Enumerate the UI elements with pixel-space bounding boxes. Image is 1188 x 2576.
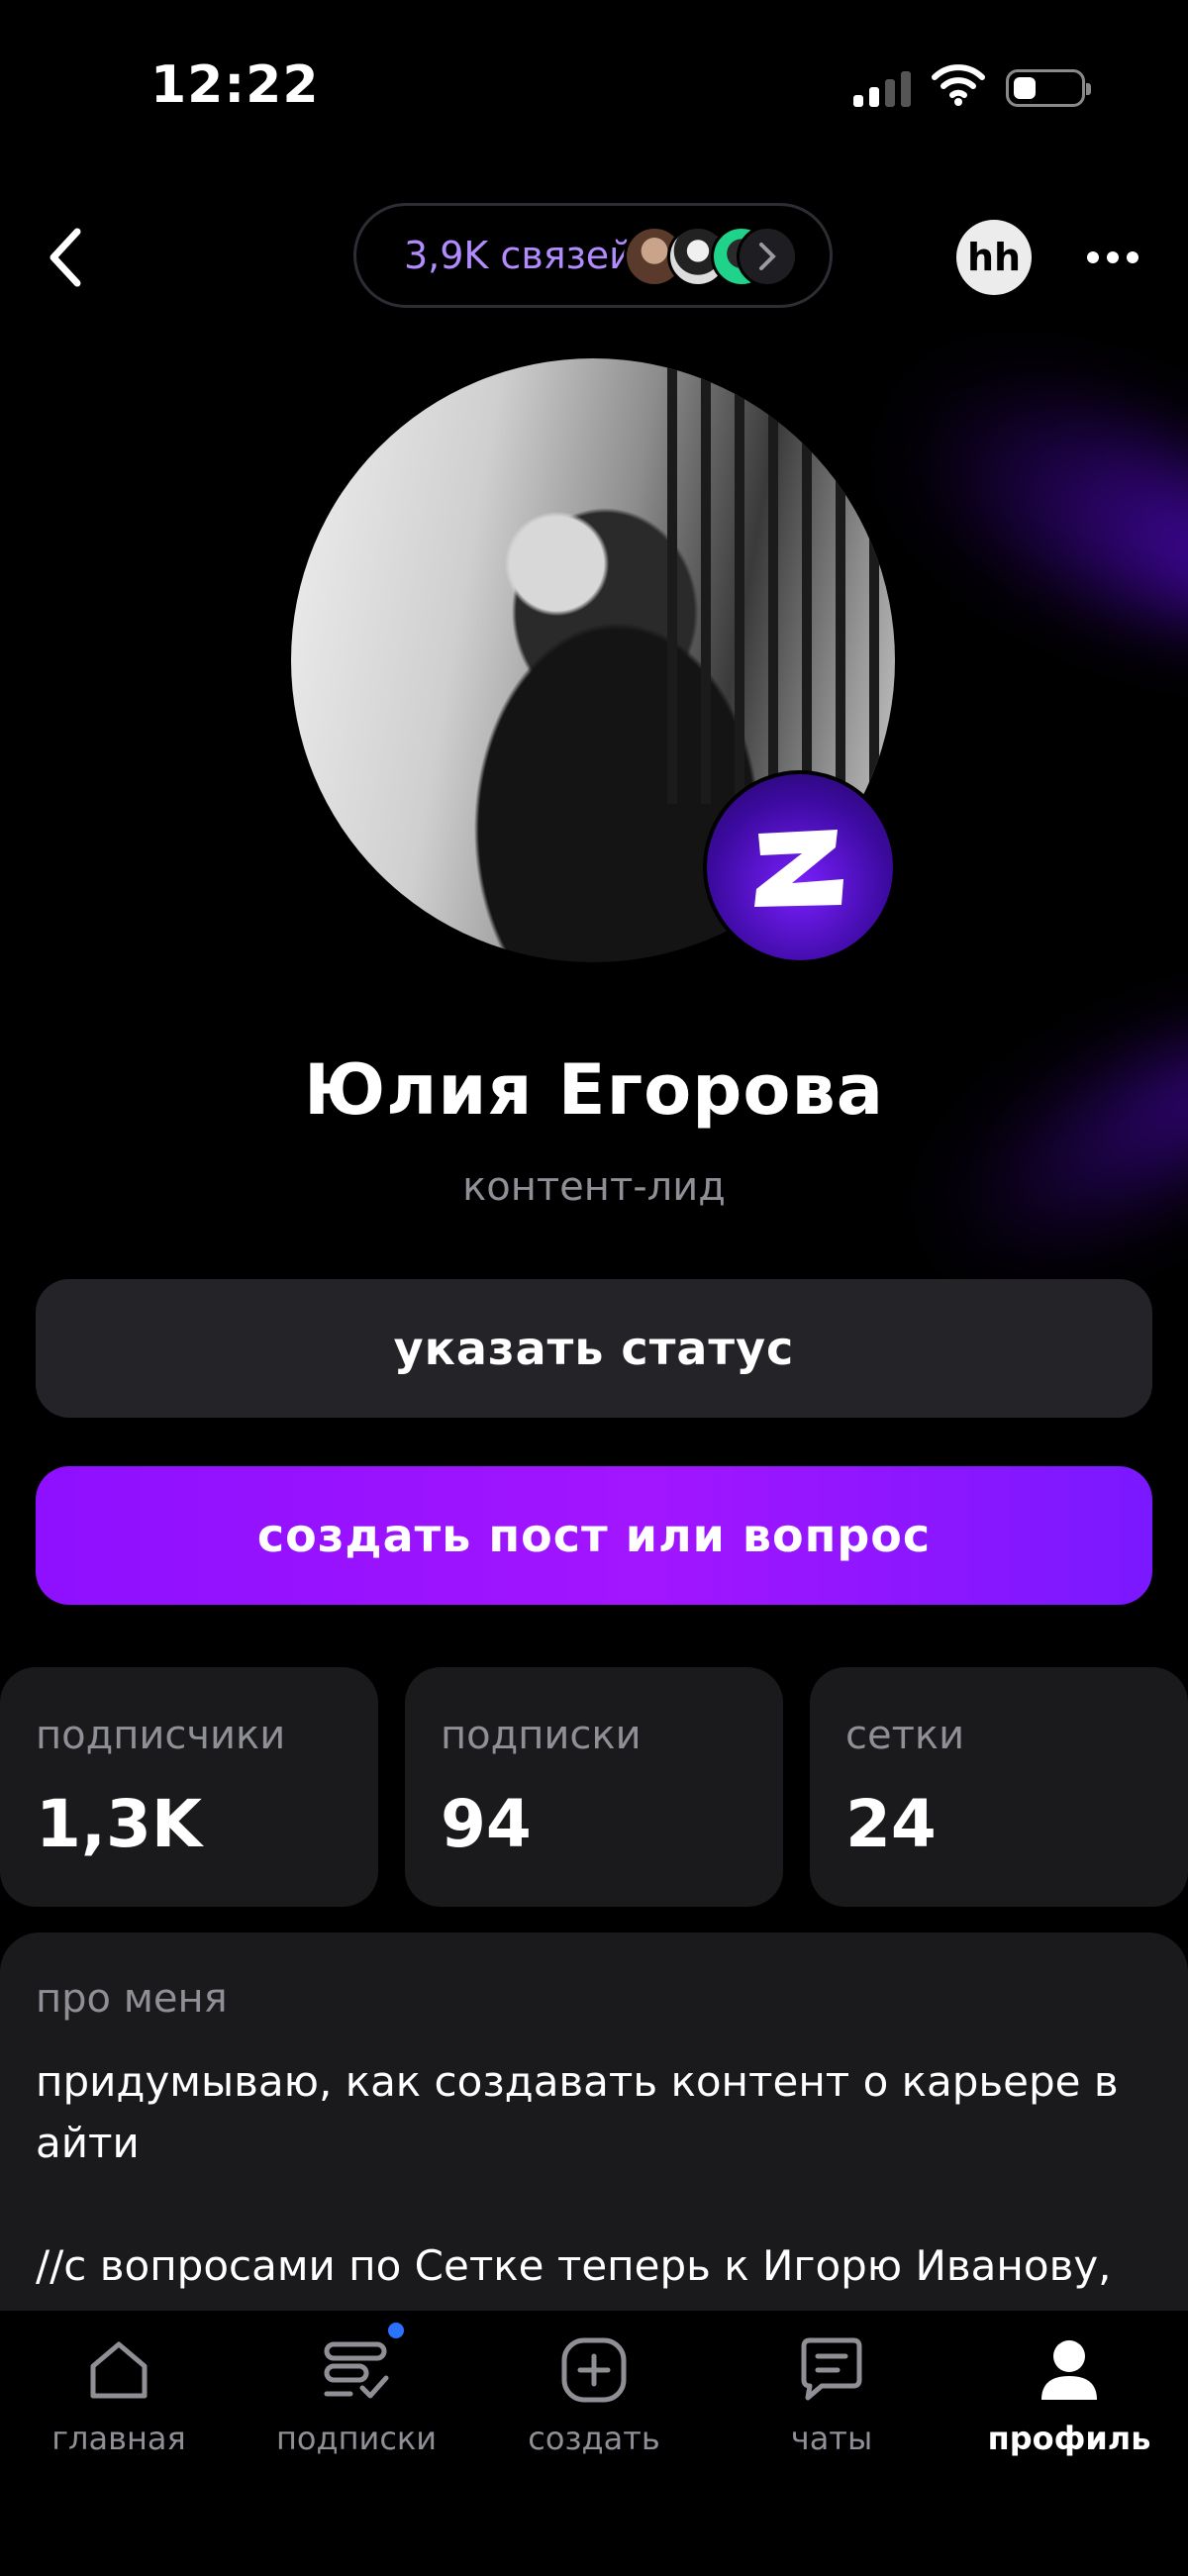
- stat-followers[interactable]: подписчики 1,3K: [0, 1667, 378, 1907]
- subscriptions-icon: [324, 2341, 389, 2399]
- stat-label: подписчики: [36, 1713, 286, 1758]
- stat-value: 1,3K: [36, 1786, 203, 1862]
- tab-label: подписки: [275, 2420, 438, 2457]
- create-post-button[interactable]: создать пост или вопрос: [36, 1466, 1152, 1605]
- stat-following[interactable]: подписки 94: [405, 1667, 783, 1907]
- set-status-button[interactable]: указать статус: [36, 1279, 1152, 1418]
- tab-subscriptions[interactable]: подписки: [238, 2334, 475, 2483]
- battery-icon: [1006, 69, 1091, 107]
- about-label: про меня: [36, 1976, 228, 2022]
- home-icon: [90, 2341, 148, 2399]
- chevron-right-icon: [759, 243, 776, 270]
- hh-button[interactable]: hh: [956, 220, 1032, 295]
- stat-label: подписки: [441, 1713, 642, 1758]
- tab-profile[interactable]: профиль: [950, 2334, 1188, 2483]
- tab-label: главная: [51, 2420, 186, 2457]
- setka-badge-icon: [703, 770, 897, 964]
- about-section: про меня придумываю, как создавать конте…: [0, 1932, 1188, 2351]
- tab-chats[interactable]: чаты: [713, 2334, 950, 2483]
- profile-name: Юлия Егорова: [303, 1049, 884, 1131]
- stat-networks[interactable]: сетки 24: [810, 1667, 1188, 1907]
- purple-glow-top: [876, 347, 1188, 662]
- tab-home[interactable]: главная: [0, 2334, 238, 2483]
- plus-square-icon: [561, 2337, 627, 2403]
- tab-label: профиль: [987, 2420, 1151, 2457]
- profile-icon: [1041, 2340, 1097, 2400]
- wifi-icon: [932, 64, 985, 106]
- connections-chevron-button[interactable]: [737, 226, 798, 287]
- stat-label: сетки: [845, 1713, 965, 1758]
- back-button[interactable]: [36, 218, 95, 297]
- tab-create[interactable]: создать: [475, 2334, 713, 2483]
- notification-dot: [388, 2323, 404, 2338]
- stat-value: 24: [845, 1786, 937, 1862]
- bottom-nav: главная подписки создать чаты профиль: [0, 2311, 1188, 2576]
- more-options-icon[interactable]: [1087, 244, 1146, 271]
- tab-label: чаты: [790, 2420, 873, 2457]
- stat-value: 94: [441, 1786, 532, 1862]
- connections-pill[interactable]: 3,9K связей: [353, 203, 833, 308]
- chat-icon: [801, 2337, 862, 2401]
- status-time: 12:22: [150, 55, 320, 115]
- tab-label: создать: [528, 2420, 660, 2457]
- status-bar: 12:22: [0, 0, 1188, 178]
- connections-label: 3,9K связей: [404, 234, 634, 277]
- cellular-signal-icon: [853, 67, 911, 107]
- profile-role: контент-лид: [462, 1164, 726, 1210]
- chevron-left-icon: [50, 228, 81, 287]
